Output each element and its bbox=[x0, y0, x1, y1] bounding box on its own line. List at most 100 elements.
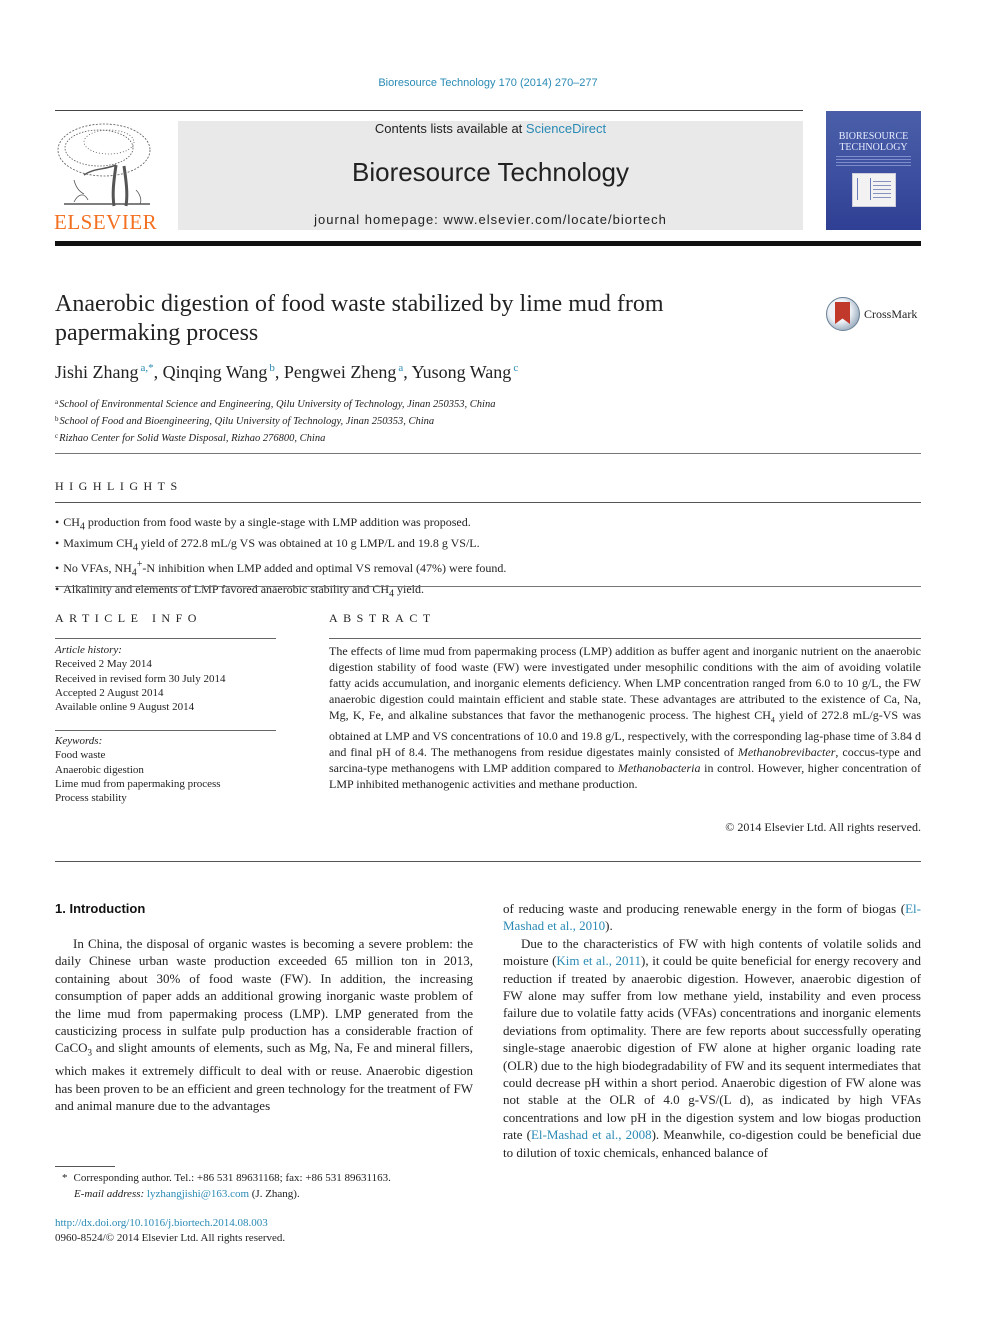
bullet-icon: • bbox=[55, 515, 60, 529]
highlight-text: -N inhibition when LMP added and optimal… bbox=[142, 560, 507, 575]
cover-title-line1: BIORESOURCE bbox=[838, 131, 909, 142]
elsevier-logo[interactable]: ELSEVIER bbox=[54, 120, 158, 235]
author-name[interactable]: Yusong Wang bbox=[412, 362, 512, 382]
doi-block: http://dx.doi.org/10.1016/j.biortech.201… bbox=[55, 1216, 285, 1246]
affiliation-item: cRizhao Center for Solid Waste Disposal,… bbox=[55, 429, 495, 446]
bullet-icon: • bbox=[55, 560, 60, 575]
crossmark-button[interactable]: CrossMark bbox=[826, 297, 926, 333]
email-link[interactable]: lyzhangjishi@163.com bbox=[147, 1188, 249, 1200]
cover-title: BIORESOURCE TECHNOLOGY bbox=[826, 131, 921, 153]
journal-homepage[interactable]: journal homepage: www.elsevier.com/locat… bbox=[178, 212, 803, 227]
highlight-item: • Maximum CH4 yield of 272.8 mL/g VS was … bbox=[55, 535, 506, 556]
text-segment: In China, the disposal of organic wastes… bbox=[55, 936, 473, 1056]
email-suffix: (J. Zhang). bbox=[249, 1188, 300, 1200]
genus-name: Methanobacteria bbox=[617, 761, 701, 776]
affiliation-mark: b bbox=[55, 415, 59, 423]
author-affil-link[interactable]: b bbox=[269, 362, 275, 374]
history-item: Received in revised form 30 July 2014 bbox=[55, 672, 226, 685]
paragraph: Due to the characteristics of FW with hi… bbox=[503, 935, 921, 1161]
highlight-item: • No VFAs, NH4+-N inhibition when LMP add… bbox=[55, 557, 506, 581]
corresponding-author-footnote: * Corresponding author. Tel.: +86 531 896… bbox=[62, 1170, 391, 1202]
highlight-text: yield of 272.8 mL/g VS was obtained at 1… bbox=[137, 536, 480, 551]
affiliation-item: bSchool of Food and Bioengineering, Qilu… bbox=[55, 412, 495, 429]
contents-line: Contents lists available at ScienceDirec… bbox=[178, 121, 803, 136]
keywords-label: Keywords: bbox=[55, 735, 103, 747]
contents-prefix: Contents lists available at bbox=[374, 121, 526, 136]
history-item: Received 2 May 2014 bbox=[55, 658, 152, 671]
header-thick-rule bbox=[55, 241, 921, 246]
footnote-mark: * bbox=[62, 1172, 68, 1184]
divider bbox=[329, 638, 921, 639]
text-segment: ), it could be quite beneficial for ener… bbox=[503, 953, 921, 1143]
author-name[interactable]: Qinqing Wang bbox=[163, 362, 268, 382]
affiliations: aSchool of Environmental Science and Eng… bbox=[55, 395, 495, 446]
author-affil-link[interactable]: a bbox=[398, 362, 403, 374]
affiliation-mark: c bbox=[55, 432, 59, 440]
footnote-text: Corresponding author. Tel.: +86 531 8963… bbox=[73, 1172, 391, 1184]
affiliation-text: Rizhao Center for Solid Waste Disposal, … bbox=[59, 433, 326, 444]
divider bbox=[55, 730, 276, 731]
cover-title-line2: TECHNOLOGY bbox=[839, 142, 908, 153]
author-list: Jishi Zhang a,*, Qinqing Wang b, Pengwei Z… bbox=[55, 362, 519, 382]
divider bbox=[55, 861, 921, 862]
top-rule bbox=[55, 110, 803, 111]
highlight-text: production from food waste by a single-s… bbox=[84, 515, 471, 529]
paragraph: In China, the disposal of organic wastes… bbox=[55, 935, 473, 1115]
email-label: E-mail address: bbox=[74, 1188, 145, 1200]
highlights-heading: HIGHLIGHTS bbox=[55, 479, 183, 493]
highlight-text: yield. bbox=[394, 582, 425, 597]
article-info-heading: ARTICLE INFO bbox=[55, 611, 202, 625]
bullet-icon: • bbox=[55, 582, 60, 597]
abstract-heading: ABSTRACT bbox=[329, 611, 436, 625]
abstract-text: The effects of lime mud from papermaking… bbox=[329, 643, 921, 792]
crossmark-label: CrossMark bbox=[864, 307, 918, 321]
elsevier-wordmark: ELSEVIER bbox=[54, 210, 158, 234]
affiliation-item: aSchool of Environmental Science and Eng… bbox=[55, 395, 495, 412]
cover-text-lines bbox=[836, 156, 911, 166]
text-segment: and slight amounts of elements, such as … bbox=[55, 1040, 473, 1114]
highlight-item: • CH4 production from food waste by a sin… bbox=[55, 514, 506, 535]
keyword-item: Anaerobic digestion bbox=[55, 763, 144, 776]
body-column-right: of reducing waste and producing renewabl… bbox=[503, 900, 921, 1161]
sciencedirect-link[interactable]: ScienceDirect bbox=[526, 121, 606, 136]
highlight-text: Maximum CH bbox=[63, 536, 133, 551]
article-history-label: Article history: bbox=[55, 644, 122, 656]
journal-citation-link[interactable]: Bioresource Technology 170 (2014) 270–27… bbox=[0, 77, 976, 89]
highlight-text: Alkalinity and elements of LMP favored a… bbox=[63, 582, 390, 597]
author-name[interactable]: Jishi Zhang bbox=[55, 362, 139, 382]
divider bbox=[55, 586, 921, 587]
affiliation-mark: a bbox=[55, 398, 59, 406]
affiliation-text: School of Food and Bioengineering, Qilu … bbox=[59, 416, 435, 427]
author-affil-link[interactable]: a,* bbox=[141, 362, 154, 374]
genus-name: Methanobrevibacter bbox=[737, 745, 836, 760]
reference-link[interactable]: Kim et al., 2011 bbox=[556, 953, 641, 968]
highlights-list: • CH4 production from food waste by a sin… bbox=[55, 514, 506, 603]
keywords: Keywords: Food waste Anaerobic digestion… bbox=[55, 734, 221, 805]
affiliation-text: School of Environmental Science and Engi… bbox=[59, 399, 496, 410]
author-name[interactable]: Pengwei Zheng bbox=[284, 362, 396, 382]
section-heading-introduction: 1. Introduction bbox=[55, 901, 146, 916]
text-segment: of reducing waste and producing renewabl… bbox=[503, 901, 906, 916]
highlight-text: No VFAs, NH bbox=[63, 560, 132, 575]
footnote-line: * Corresponding author. Tel.: +86 531 896… bbox=[62, 1170, 391, 1186]
journal-name: Bioresource Technology bbox=[351, 157, 630, 187]
divider bbox=[55, 638, 276, 639]
journal-cover-image[interactable]: BIORESOURCE TECHNOLOGY bbox=[826, 111, 921, 230]
highlight-text: CH bbox=[63, 515, 80, 529]
divider bbox=[55, 502, 921, 503]
divider bbox=[55, 453, 921, 454]
bullet-icon: • bbox=[55, 536, 60, 551]
keyword-item: Process stability bbox=[55, 792, 127, 805]
author-affil-link[interactable]: c bbox=[513, 362, 518, 374]
doi-link[interactable]: http://dx.doi.org/10.1016/j.biortech.201… bbox=[55, 1217, 268, 1229]
abstract-copyright: © 2014 Elsevier Ltd. All rights reserved… bbox=[725, 820, 921, 834]
cover-figure bbox=[852, 173, 896, 207]
keyword-item: Food waste bbox=[55, 749, 106, 762]
elsevier-tree-icon bbox=[57, 123, 151, 207]
history-item: Accepted 2 August 2014 bbox=[55, 686, 164, 699]
footnote-rule bbox=[55, 1166, 115, 1167]
issn-copyright: 0960-8524/© 2014 Elsevier Ltd. All right… bbox=[55, 1232, 286, 1244]
history-item: Available online 9 August 2014 bbox=[55, 701, 195, 714]
reference-link[interactable]: El-Mashad et al., 2008 bbox=[531, 1127, 652, 1142]
highlight-item: • Alkalinity and elements of LMP favored … bbox=[55, 581, 506, 602]
